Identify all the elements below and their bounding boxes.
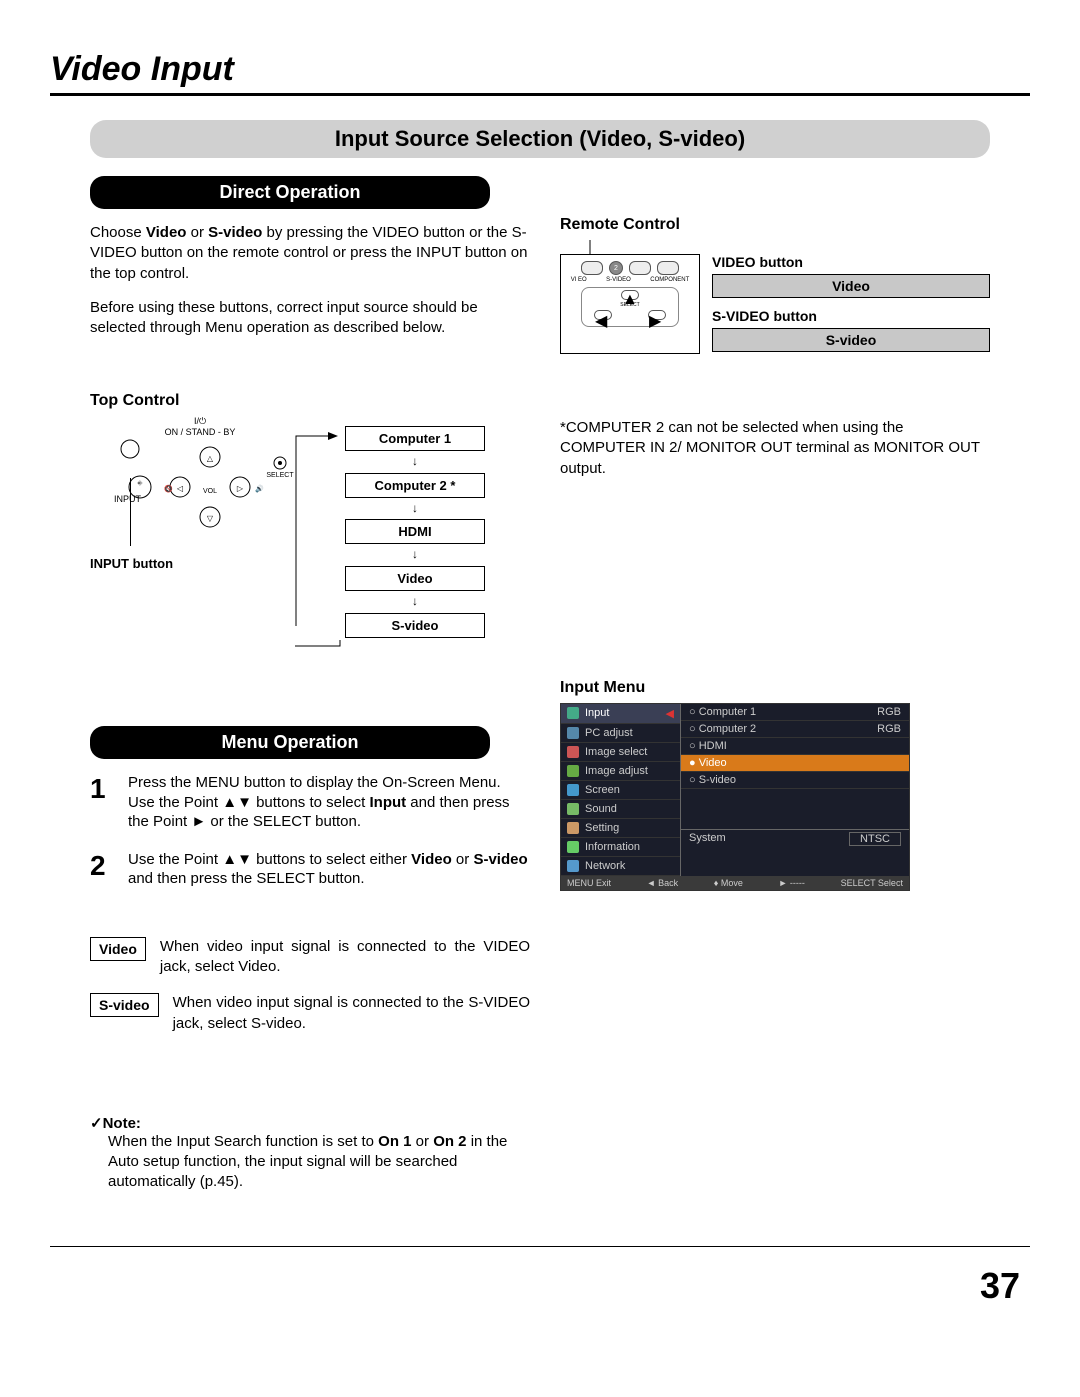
menu-item-imageadjust[interactable]: Image adjust [561,762,680,781]
svideo-label-box: S-video [90,993,159,1017]
note-block: ✓Note: When the Input Search function is… [90,1114,530,1193]
network-icon [567,860,579,872]
menu-item-sound[interactable]: Sound [561,800,680,819]
direct-operation-heading: Direct Operation [90,176,490,209]
menu-item-screen[interactable]: Screen [561,781,680,800]
source-computer1[interactable]: ○ Computer 1RGB [681,704,909,721]
source-video[interactable]: ● Video [681,755,909,772]
svideo-button-box: S-video [712,328,990,352]
remote-control-heading: Remote Control [560,216,990,234]
source-hdmi[interactable]: ○ HDMI [681,738,909,755]
video-label-box: Video [90,937,146,961]
system-row[interactable]: System NTSC [681,829,909,848]
menu-item-setting[interactable]: Setting [561,819,680,838]
svg-text:🔇: 🔇 [164,484,173,493]
connector-line-icon [560,240,670,254]
footer-rule [50,1246,1030,1247]
svg-text:△: △ [207,454,214,463]
source-computer2[interactable]: ○ Computer 2RGB [681,721,909,738]
menu-operation-heading: Menu Operation [90,726,490,759]
remote-svideo-btn[interactable] [629,261,651,275]
cycle-return-icon [295,636,355,666]
remote-video-btn[interactable] [581,261,603,275]
image-select-icon [567,746,579,758]
svg-text:▽: ▽ [207,514,214,523]
video-desc-row: Video When video input signal is connect… [90,937,530,978]
source-svideo[interactable]: ○ S-video [681,772,909,789]
menu-item-imageselect[interactable]: Image select [561,743,680,762]
input-button-label: INPUT button [90,556,310,686]
screen-icon [567,784,579,796]
remote-num-2-btn[interactable]: 2 [609,261,623,275]
video-button-box: Video [712,274,990,298]
step-2: 2 Use the Point ▲▼ buttons to select eit… [90,850,530,889]
input-icon [567,707,579,719]
page-title: Video Input [50,50,1030,96]
top-control-diagram: I/⏻ ON / STAND - BY △ ◁ ▷ ▽ ⎆ [90,416,530,666]
direct-op-para1: Choose Video or S-video by pressing the … [90,223,530,284]
input-menu-screenshot: Input◀ PC adjust Image select Image adju… [560,703,910,891]
menu-item-information[interactable]: Information [561,838,680,857]
svg-text:▷: ▷ [237,484,244,493]
menu-footer: MENU Exit ◄ Back ♦ Move ► ----- SELECT S… [561,876,909,890]
page-number: 37 [980,1265,1020,1307]
direct-op-para2: Before using these buttons, correct inpu… [90,298,530,339]
sound-icon [567,803,579,815]
image-adjust-icon [567,765,579,777]
computer2-note: *COMPUTER 2 can not be selected when usi… [560,418,990,479]
menu-item-network[interactable]: Network [561,857,680,876]
top-control-heading: Top Control [90,392,530,410]
input-menu-heading: Input Menu [560,679,990,697]
step-1: 1 Press the MENU button to display the O… [90,773,530,832]
svg-text:🔊: 🔊 [255,484,264,493]
svideo-desc-row: S-video When video input signal is conne… [90,993,530,1034]
svg-text:⎆: ⎆ [138,480,143,487]
menu-item-input[interactable]: Input◀ [561,704,680,724]
video-button-label: VIDEO button [712,254,990,270]
section-header: Input Source Selection (Video, S-video) [90,120,990,158]
svg-text:◁: ◁ [177,484,184,493]
svg-text:VOL: VOL [203,488,217,495]
remote-diagram: 2 VI EO S-VIDEO COMPONENT ▲ SELECT ◀ ▶ [560,254,700,354]
svideo-button-label: S-VIDEO button [712,308,990,324]
setting-icon [567,822,579,834]
pc-icon [567,727,579,739]
info-icon [567,841,579,853]
remote-component-btn[interactable] [657,261,679,275]
remote-dpad[interactable]: ▲ SELECT ◀ ▶ [581,287,679,327]
menu-item-pcadjust[interactable]: PC adjust [561,724,680,743]
